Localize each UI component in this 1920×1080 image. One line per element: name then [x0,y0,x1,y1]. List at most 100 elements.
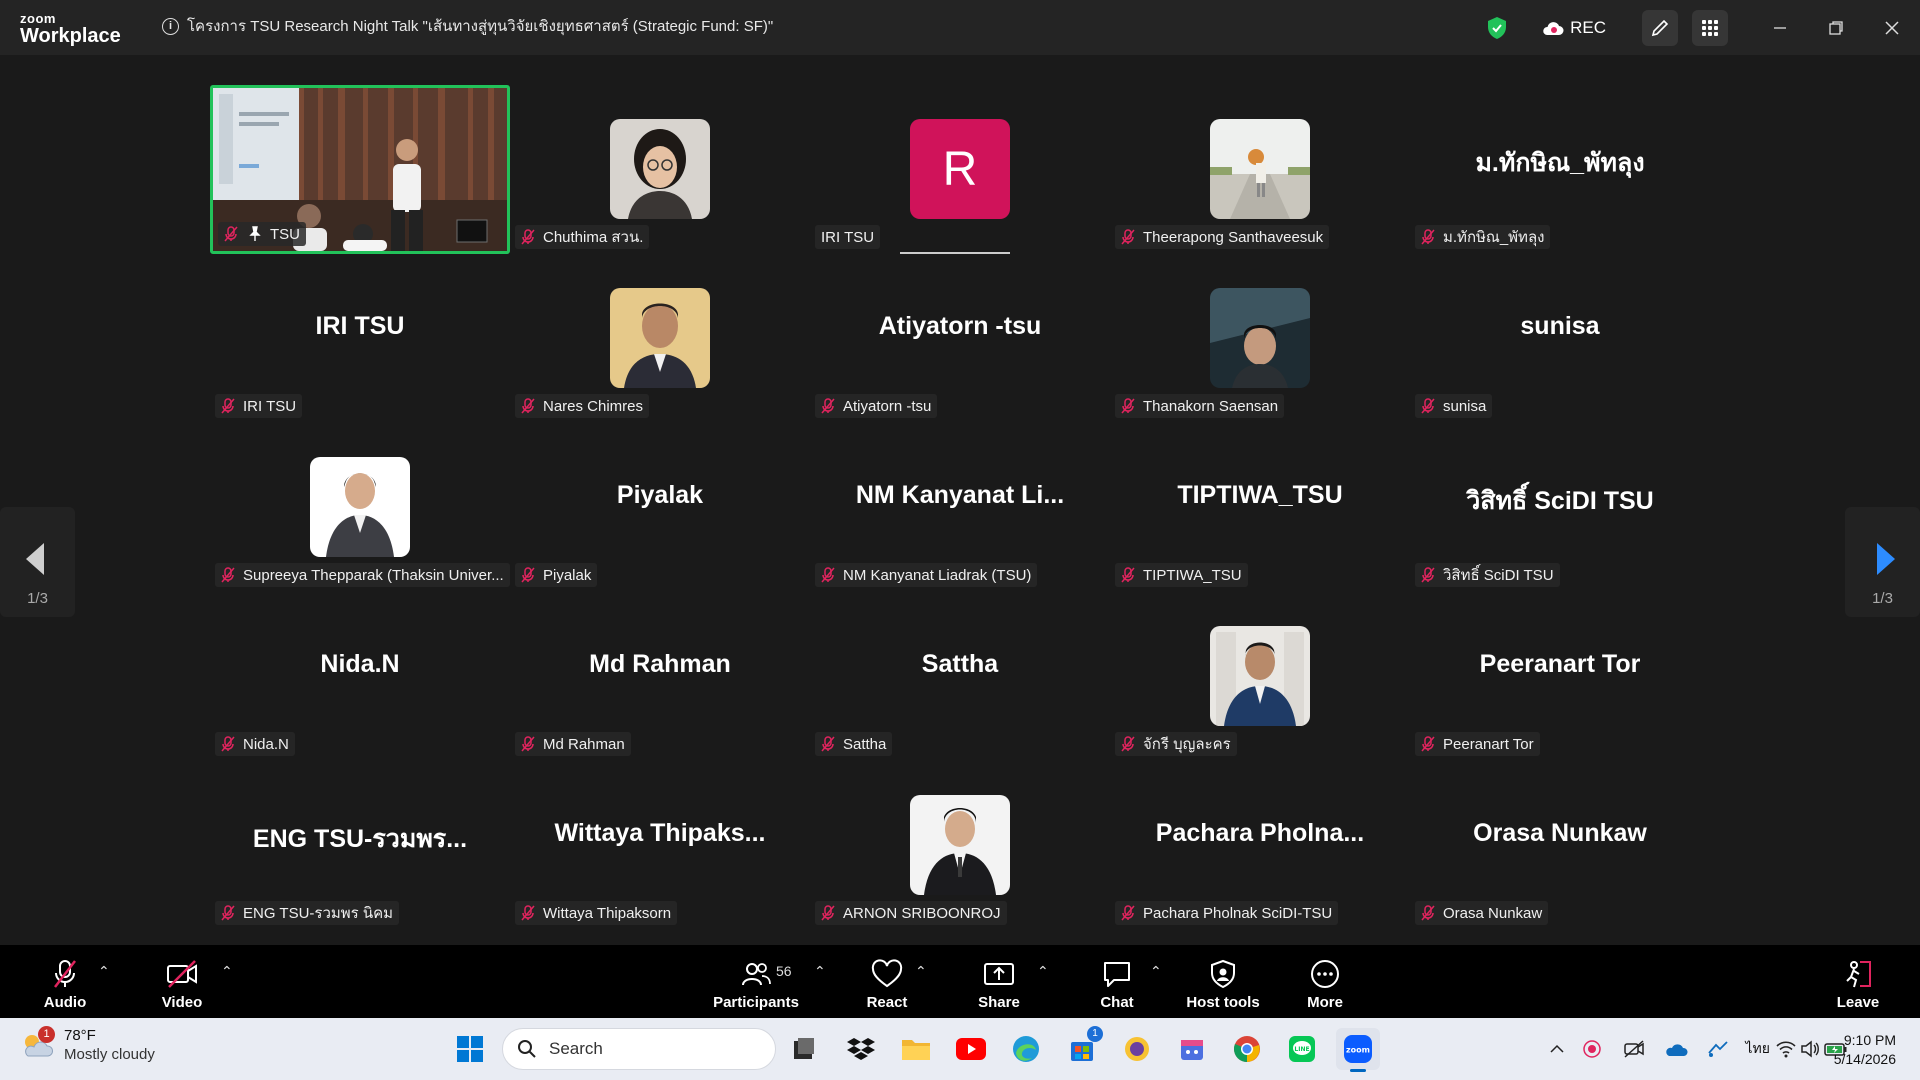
more-dots-icon [1311,960,1339,988]
recording-indicator[interactable]: REC [1542,18,1606,38]
windows-logo-icon [457,1036,483,1062]
more-button[interactable]: More [1302,945,1348,1018]
taskbar-app-youtube[interactable] [952,1030,990,1068]
video-options-caret[interactable]: ⌃ [221,963,233,980]
participant-name-label: Peeranart Tor [1415,732,1540,756]
restore-button[interactable] [1808,0,1864,55]
mic-muted-icon [54,960,76,988]
video-button[interactable]: Video [159,945,205,1018]
share-options-caret[interactable]: ⌃ [1037,963,1049,980]
participant-tile-sunisa[interactable]: sunisa sunisa [1410,254,1710,423]
participant-display-name: Peeranart Tor [1479,650,1641,678]
meeting-info[interactable]: i โครงการ TSU Research Night Talk "เส้นท… [162,14,773,38]
participant-tile-wittaya[interactable]: Wittaya Thipaks... Wittaya Thipaksorn [510,761,810,930]
participant-tile-atiyatorn[interactable]: Atiyatorn -tsu Atiyatorn -tsu [810,254,1110,423]
participant-tile-theerapong[interactable]: Theerapong Santhaveesuk [1110,85,1410,254]
participant-tile-peeranart[interactable]: Peeranart Tor Peeranart Tor [1410,592,1710,761]
participant-tile-chuthima[interactable]: Chuthima สวน. [510,85,810,254]
next-page-button[interactable]: 1/3 [1845,507,1920,617]
participant-name: Nares Chimres [543,397,644,415]
participant-tile-supreeya[interactable]: Supreeya Thepparak (Thaksin Univer... [210,423,510,592]
taskbar-app-zoom[interactable]: zoom [1336,1028,1380,1072]
input-language[interactable]: ไทย [1746,1038,1770,1060]
participants-options-caret[interactable]: ⌃ [814,963,826,980]
minimize-button[interactable] [1752,0,1808,55]
participant-tile-thanakorn[interactable]: Thanakorn Saensan [1110,254,1410,423]
start-button[interactable] [451,1030,489,1068]
participant-name-label: Atiyatorn -tsu [815,394,938,418]
participant-display-name: IRI TSU [315,312,405,340]
taskbar-clock[interactable]: 9:10 PM 5/14/2026 [1834,1031,1896,1069]
host-tools-button[interactable]: Host tools [1186,945,1260,1018]
participant-tile-thaksin-phatthalung[interactable]: ม.ทักษิณ_พัทลุง ม.ทักษิณ_พัทลุง [1410,85,1710,254]
rec-label: REC [1570,17,1606,37]
participant-name-label: Md Rahman [515,732,631,756]
participant-name-label: ENG TSU-รวมพร นิคม [215,901,400,925]
taskbar-app-task-view[interactable] [785,1030,823,1068]
participant-tile-pachara[interactable]: Pachara Pholna... Pachara Pholnak SciDI-… [1110,761,1410,930]
participant-display-name: วิสิทธิ์ SciDI TSU [1466,487,1654,515]
participant-tile-tsu[interactable]: TSU [210,85,510,254]
participant-name: sunisa [1443,397,1487,415]
leave-button[interactable]: Leave [1834,945,1882,1018]
participant-tile-piyalak[interactable]: Piyalak Piyalak [510,423,810,592]
leave-label: Leave [1836,994,1880,1011]
taskbar-app-store[interactable]: 1 [1063,1026,1103,1068]
participant-name: ARNON SRIBOONROJ [843,904,1001,922]
security-shield-icon[interactable] [1486,16,1508,40]
participant-tile-iri-tsu[interactable]: IRI TSU IRI TSU [210,254,510,423]
taskbar-app-line[interactable]: LINE [1283,1030,1321,1068]
taskbar-app-dropbox[interactable] [842,1030,880,1068]
chat-button[interactable]: Chat [1093,945,1141,1018]
share-label: Share [978,994,1020,1011]
taskbar-app-calendar[interactable] [1173,1030,1211,1068]
recording-tray-icon[interactable] [1582,1039,1602,1059]
clock-date: 5/14/2026 [1833,1051,1896,1067]
participant-name-label: Thanakorn Saensan [1115,394,1285,418]
participant-display-name: ม.ทักษิณ_พัทลุง [1475,149,1645,177]
participants-icon [742,963,771,986]
participant-tile-nida[interactable]: Nida.N Nida.N [210,592,510,761]
react-button[interactable]: React [862,945,912,1018]
weather-widget[interactable]: 1 78°F Mostly cloudy [20,1026,155,1064]
participant-tile-arnon[interactable]: ARNON SRIBOONROJ [810,761,1110,930]
volume-icon[interactable] [1800,1040,1820,1058]
camera-off-tray-icon[interactable] [1623,1039,1645,1059]
share-button[interactable]: Share [975,945,1023,1018]
audio-options-caret[interactable]: ⌃ [98,963,110,980]
participant-tile-tiptiwa[interactable]: TIPTIWA_TSU TIPTIWA_TSU [1110,423,1410,592]
task-view-icon [794,1038,814,1059]
audio-button[interactable]: Audio [42,945,88,1018]
apps-button[interactable] [1692,9,1728,46]
taskbar-app-chrome[interactable] [1228,1030,1266,1068]
onedrive-icon[interactable] [1664,1040,1688,1058]
participant-tile-sattha[interactable]: Sattha Sattha [810,592,1110,761]
participant-tile-kanyanat[interactable]: NM Kanyanat Li... NM Kanyanat Liadrak (T… [810,423,1110,592]
taskbar-search[interactable]: Search [502,1028,776,1070]
participant-tile-chakri[interactable]: จักรี บุญละคร [1110,592,1410,761]
participant-tile-iri-tsu-avatar[interactable]: R IRI TSU [810,85,1110,254]
participant-tile-wisit[interactable]: วิสิทธิ์ SciDI TSU วิสิทธิ์ SciDI TSU [1410,423,1710,592]
taskbar-app-norton[interactable] [1118,1030,1156,1068]
mic-muted-icon [1121,905,1135,921]
wifi-icon[interactable] [1776,1040,1796,1058]
chevron-up-icon[interactable] [1549,1041,1565,1057]
participant-tile-md-rahman[interactable]: Md Rahman Md Rahman [510,592,810,761]
chat-options-caret[interactable]: ⌃ [1150,963,1162,980]
participants-button[interactable]: Participants [710,945,802,1018]
bluetooth-tray-icon[interactable] [1706,1039,1730,1059]
annotate-button[interactable] [1642,9,1678,46]
taskbar-app-file-explorer[interactable] [897,1030,935,1068]
close-button[interactable] [1864,0,1920,55]
participant-name: Sattha [843,735,887,753]
participant-tile-nares[interactable]: Nares Chimres [510,254,810,423]
participant-name-label: วิสิทธิ์ SciDI TSU [1415,563,1560,587]
info-icon[interactable]: i [162,17,179,35]
participant-tile-orasa[interactable]: Orasa Nunkaw Orasa Nunkaw [1410,761,1710,930]
participant-name: Peeranart Tor [1443,735,1534,753]
taskbar-app-edge[interactable] [1007,1030,1045,1068]
participant-display-name: NM Kanyanat Li... [855,481,1065,509]
react-options-caret[interactable]: ⌃ [915,963,927,980]
participant-tile-eng-tsu[interactable]: ENG TSU-รวมพร... ENG TSU-รวมพร นิคม [210,761,510,930]
previous-page-button[interactable]: 1/3 [0,507,75,617]
